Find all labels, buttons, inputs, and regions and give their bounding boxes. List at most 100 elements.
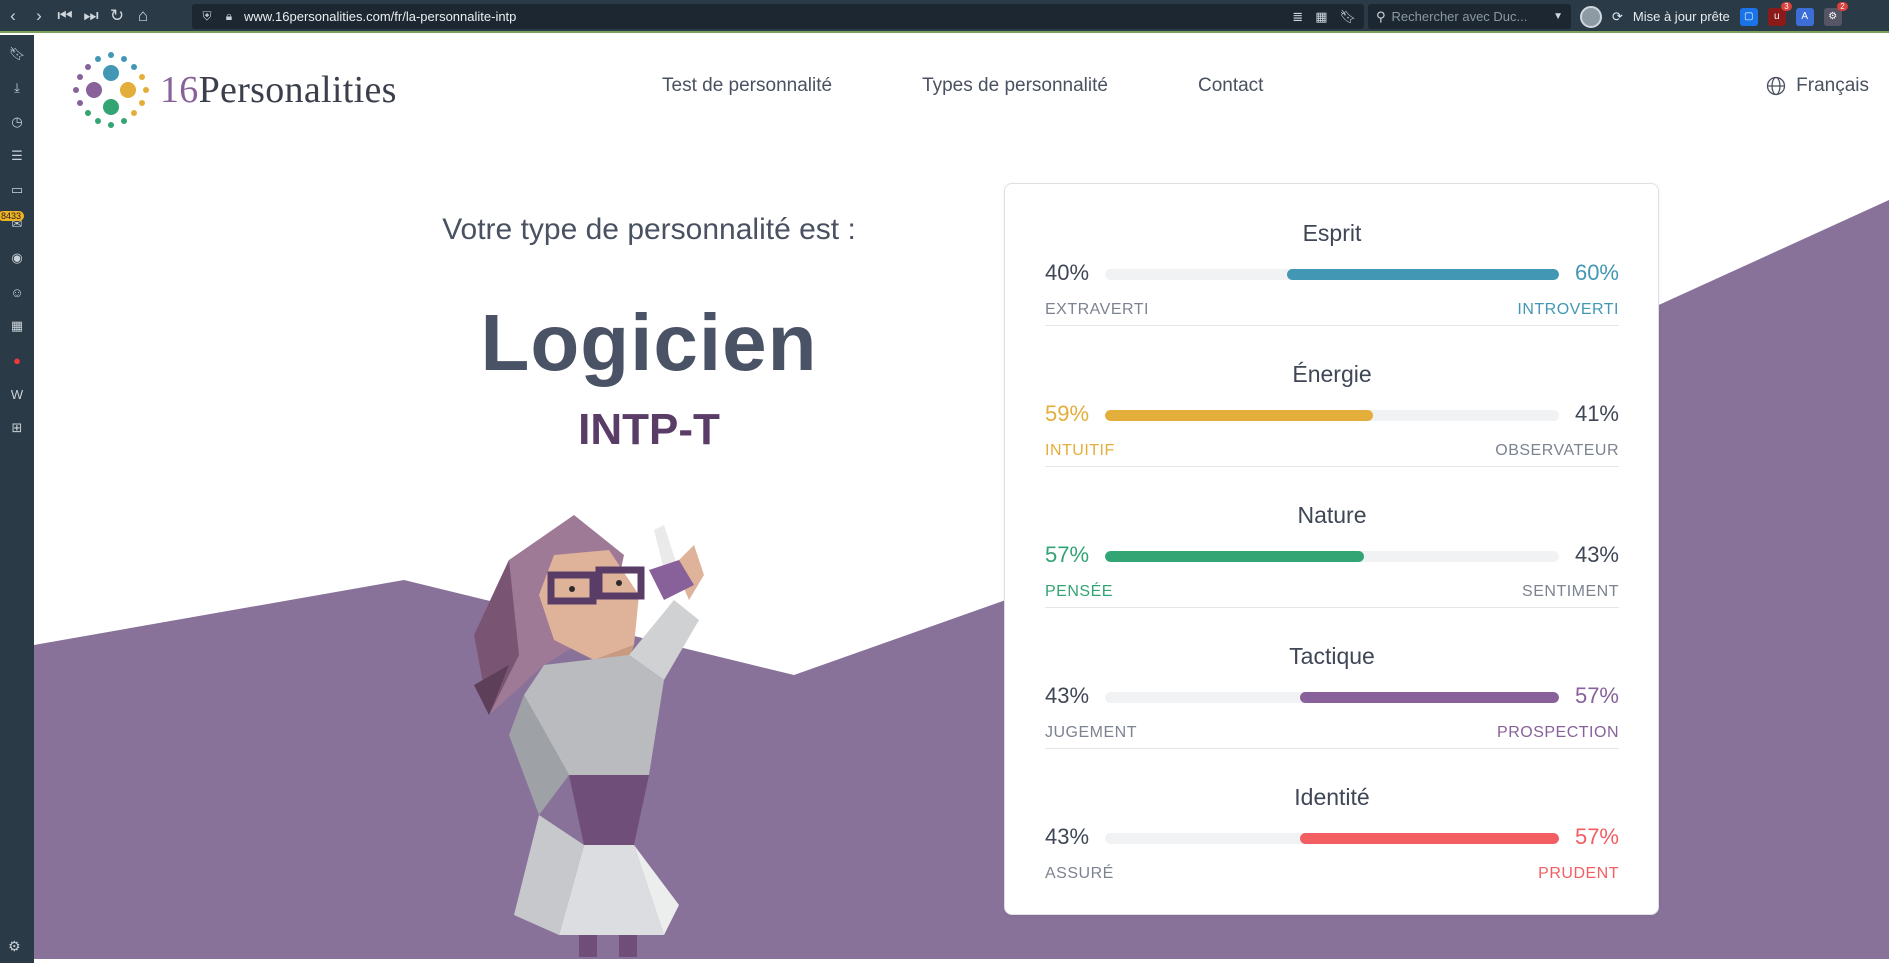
trait-identite: Identité 43% 57% ASSURÉ PRUDENT	[1045, 748, 1619, 889]
trait-left-label: JUGEMENT	[1045, 724, 1137, 741]
chevron-down-icon[interactable]: ▼	[1553, 11, 1563, 22]
trait-left-label: PENSÉE	[1045, 583, 1113, 600]
search-field[interactable]: ⚲ Rechercher avec Duc... ▼	[1368, 4, 1571, 29]
downloads-icon[interactable]: ⤓	[8, 77, 26, 99]
trait-title: Identité	[1294, 784, 1370, 810]
logo-dots-icon	[73, 52, 149, 128]
trait-results-panel: Esprit 40% 60% EXTRAVERTI INTROVERTI Éne…	[1004, 183, 1659, 915]
hero-subtitle: Votre type de personnalité est :	[442, 213, 856, 246]
trait-bar-fill	[1300, 692, 1559, 703]
trait-right-percent: 60%	[1574, 260, 1619, 285]
search-placeholder: Rechercher avec Duc...	[1391, 9, 1528, 24]
trait-tactique: Tactique 43% 57% JUGEMENT PROSPECTION	[1045, 607, 1619, 749]
search-icon: ⚲	[1376, 8, 1386, 24]
update-icon: ⟳	[1612, 8, 1623, 24]
trait-bar-track	[1105, 692, 1559, 703]
trait-bar-track	[1105, 551, 1559, 562]
browser-toolbar: ‹ › ⏮ ⏭ ↻ ⌂ ⛨ 🔒︎ www.16personalities.com…	[0, 0, 1889, 33]
trait-title: Nature	[1297, 502, 1367, 528]
trait-left-percent: 59%	[1045, 401, 1090, 426]
trait-bar-track	[1105, 833, 1559, 844]
trait-right-percent: 57%	[1574, 824, 1619, 849]
address-bar[interactable]: ⛨ 🔒︎ www.16personalities.com/fr/la-perso…	[192, 4, 1364, 29]
trait-bar-fill	[1300, 833, 1559, 844]
reload-icon[interactable]: ↻	[104, 0, 130, 32]
language-label: Français	[1796, 75, 1869, 96]
url-text: www.16personalities.com/fr/la-personnali…	[244, 9, 517, 24]
trait-bar-track	[1105, 269, 1559, 280]
trait-esprit: Esprit 40% 60% EXTRAVERTI INTROVERTI	[1045, 184, 1619, 326]
trait-left-percent: 43%	[1045, 824, 1090, 849]
trait-right-label: SENTIMENT	[1522, 583, 1619, 600]
calendar-icon[interactable]: ▦	[8, 315, 26, 337]
language-selector[interactable]: Français	[1766, 75, 1869, 97]
window-icon[interactable]: ▭	[8, 179, 26, 201]
trait-left-percent: 43%	[1045, 683, 1090, 708]
settings-icon[interactable]: ⚙	[8, 938, 21, 955]
trait-right-label: PROSPECTION	[1497, 724, 1619, 741]
trait-right-label: PRUDENT	[1538, 865, 1619, 882]
trait-left-percent: 40%	[1045, 260, 1090, 285]
mail-icon[interactable]: ✉ 8433	[0, 211, 26, 235]
feed-icon[interactable]: ◉	[8, 247, 26, 269]
trait-title: Esprit	[1302, 220, 1362, 246]
trait-right-label: INTROVERTI	[1517, 301, 1619, 318]
contacts-icon[interactable]: ☺	[8, 281, 26, 303]
qr-code-icon[interactable]: ▦	[1315, 9, 1327, 25]
vivaldi-icon[interactable]: ●	[8, 349, 26, 371]
trait-left-label: ASSURÉ	[1045, 865, 1114, 882]
history-icon[interactable]: ◷	[8, 111, 26, 133]
nav-contact-link[interactable]: Contact	[1198, 75, 1263, 97]
trait-left-percent: 57%	[1045, 542, 1090, 567]
trait-bar-fill	[1105, 410, 1373, 421]
trait-right-percent: 41%	[1574, 401, 1619, 426]
mail-badge: 8433	[0, 211, 25, 221]
site-logo[interactable]: 16Personalities	[72, 51, 397, 129]
bookmark-icon[interactable]: 🔖︎	[1339, 9, 1356, 25]
fast-forward-icon[interactable]: ⏭	[78, 0, 104, 32]
trait-title: Tactique	[1289, 643, 1375, 669]
extensions-icon[interactable]: ⚙ 2	[1823, 1, 1848, 26]
extension-badge: 2	[1837, 1, 1848, 11]
wikipedia-icon[interactable]: W	[8, 383, 26, 405]
forward-icon[interactable]: ›	[26, 0, 52, 32]
browser-sidebar: 🔖︎ ⤓ ◷ ☰ ▭ ✉ 8433 ◉ ☺ ▦ ● W ⊞ ⚙	[0, 35, 34, 963]
logo-wordmark: 16Personalities	[160, 68, 397, 112]
translate-icon[interactable]: A	[1795, 7, 1814, 26]
profile-avatar[interactable]	[1580, 5, 1602, 28]
ublock-icon[interactable]: u3	[1767, 1, 1792, 26]
logo-word: Personalities	[198, 69, 397, 111]
nav-types-link[interactable]: Types de personnalité	[922, 75, 1108, 97]
trait-bar-fill	[1105, 551, 1364, 562]
logician-illustration	[474, 515, 704, 957]
extension-icon-1[interactable]: ▢	[1739, 7, 1758, 26]
personality-type-code: INTP-T	[578, 405, 720, 454]
trait-energie: Énergie 59% 41% INTUITIF OBSERVATEUR	[1045, 325, 1619, 467]
shield-icon: ⛨	[202, 9, 212, 23]
main-nav: Test de personnalité Types de personnali…	[662, 75, 1263, 97]
trait-title: Énergie	[1292, 361, 1372, 387]
nav-test-link[interactable]: Test de personnalité	[662, 75, 832, 97]
trait-left-label: EXTRAVERTI	[1045, 301, 1149, 318]
trait-bar-fill	[1286, 269, 1559, 280]
back-icon[interactable]: ‹	[0, 0, 26, 32]
logo-number: 16	[160, 69, 199, 111]
trait-right-percent: 57%	[1574, 683, 1619, 708]
personality-type-name: Logicien	[480, 298, 818, 387]
update-label[interactable]: Mise à jour prête	[1633, 9, 1730, 24]
home-icon[interactable]: ⌂	[130, 0, 156, 32]
globe-icon	[1766, 76, 1786, 96]
trait-right-percent: 43%	[1574, 542, 1619, 567]
trait-nature: Nature 57% 43% PENSÉE SENTIMENT	[1045, 466, 1619, 608]
lock-icon: 🔒︎	[225, 9, 233, 23]
extension-badge: 3	[1781, 1, 1792, 11]
web-page: 16Personalities Test de personnalité Typ…	[34, 35, 1889, 959]
reader-view-icon[interactable]: ≣	[1292, 9, 1303, 25]
notes-icon[interactable]: ☰	[8, 145, 26, 167]
add-panel-icon[interactable]: ⊞	[8, 417, 26, 439]
trait-left-label: INTUITIF	[1045, 442, 1115, 459]
bookmarks-icon[interactable]: 🔖︎	[8, 43, 26, 65]
rewind-icon[interactable]: ⏮	[52, 0, 78, 32]
trait-right-label: OBSERVATEUR	[1495, 442, 1619, 459]
trait-bar-track	[1105, 410, 1559, 421]
